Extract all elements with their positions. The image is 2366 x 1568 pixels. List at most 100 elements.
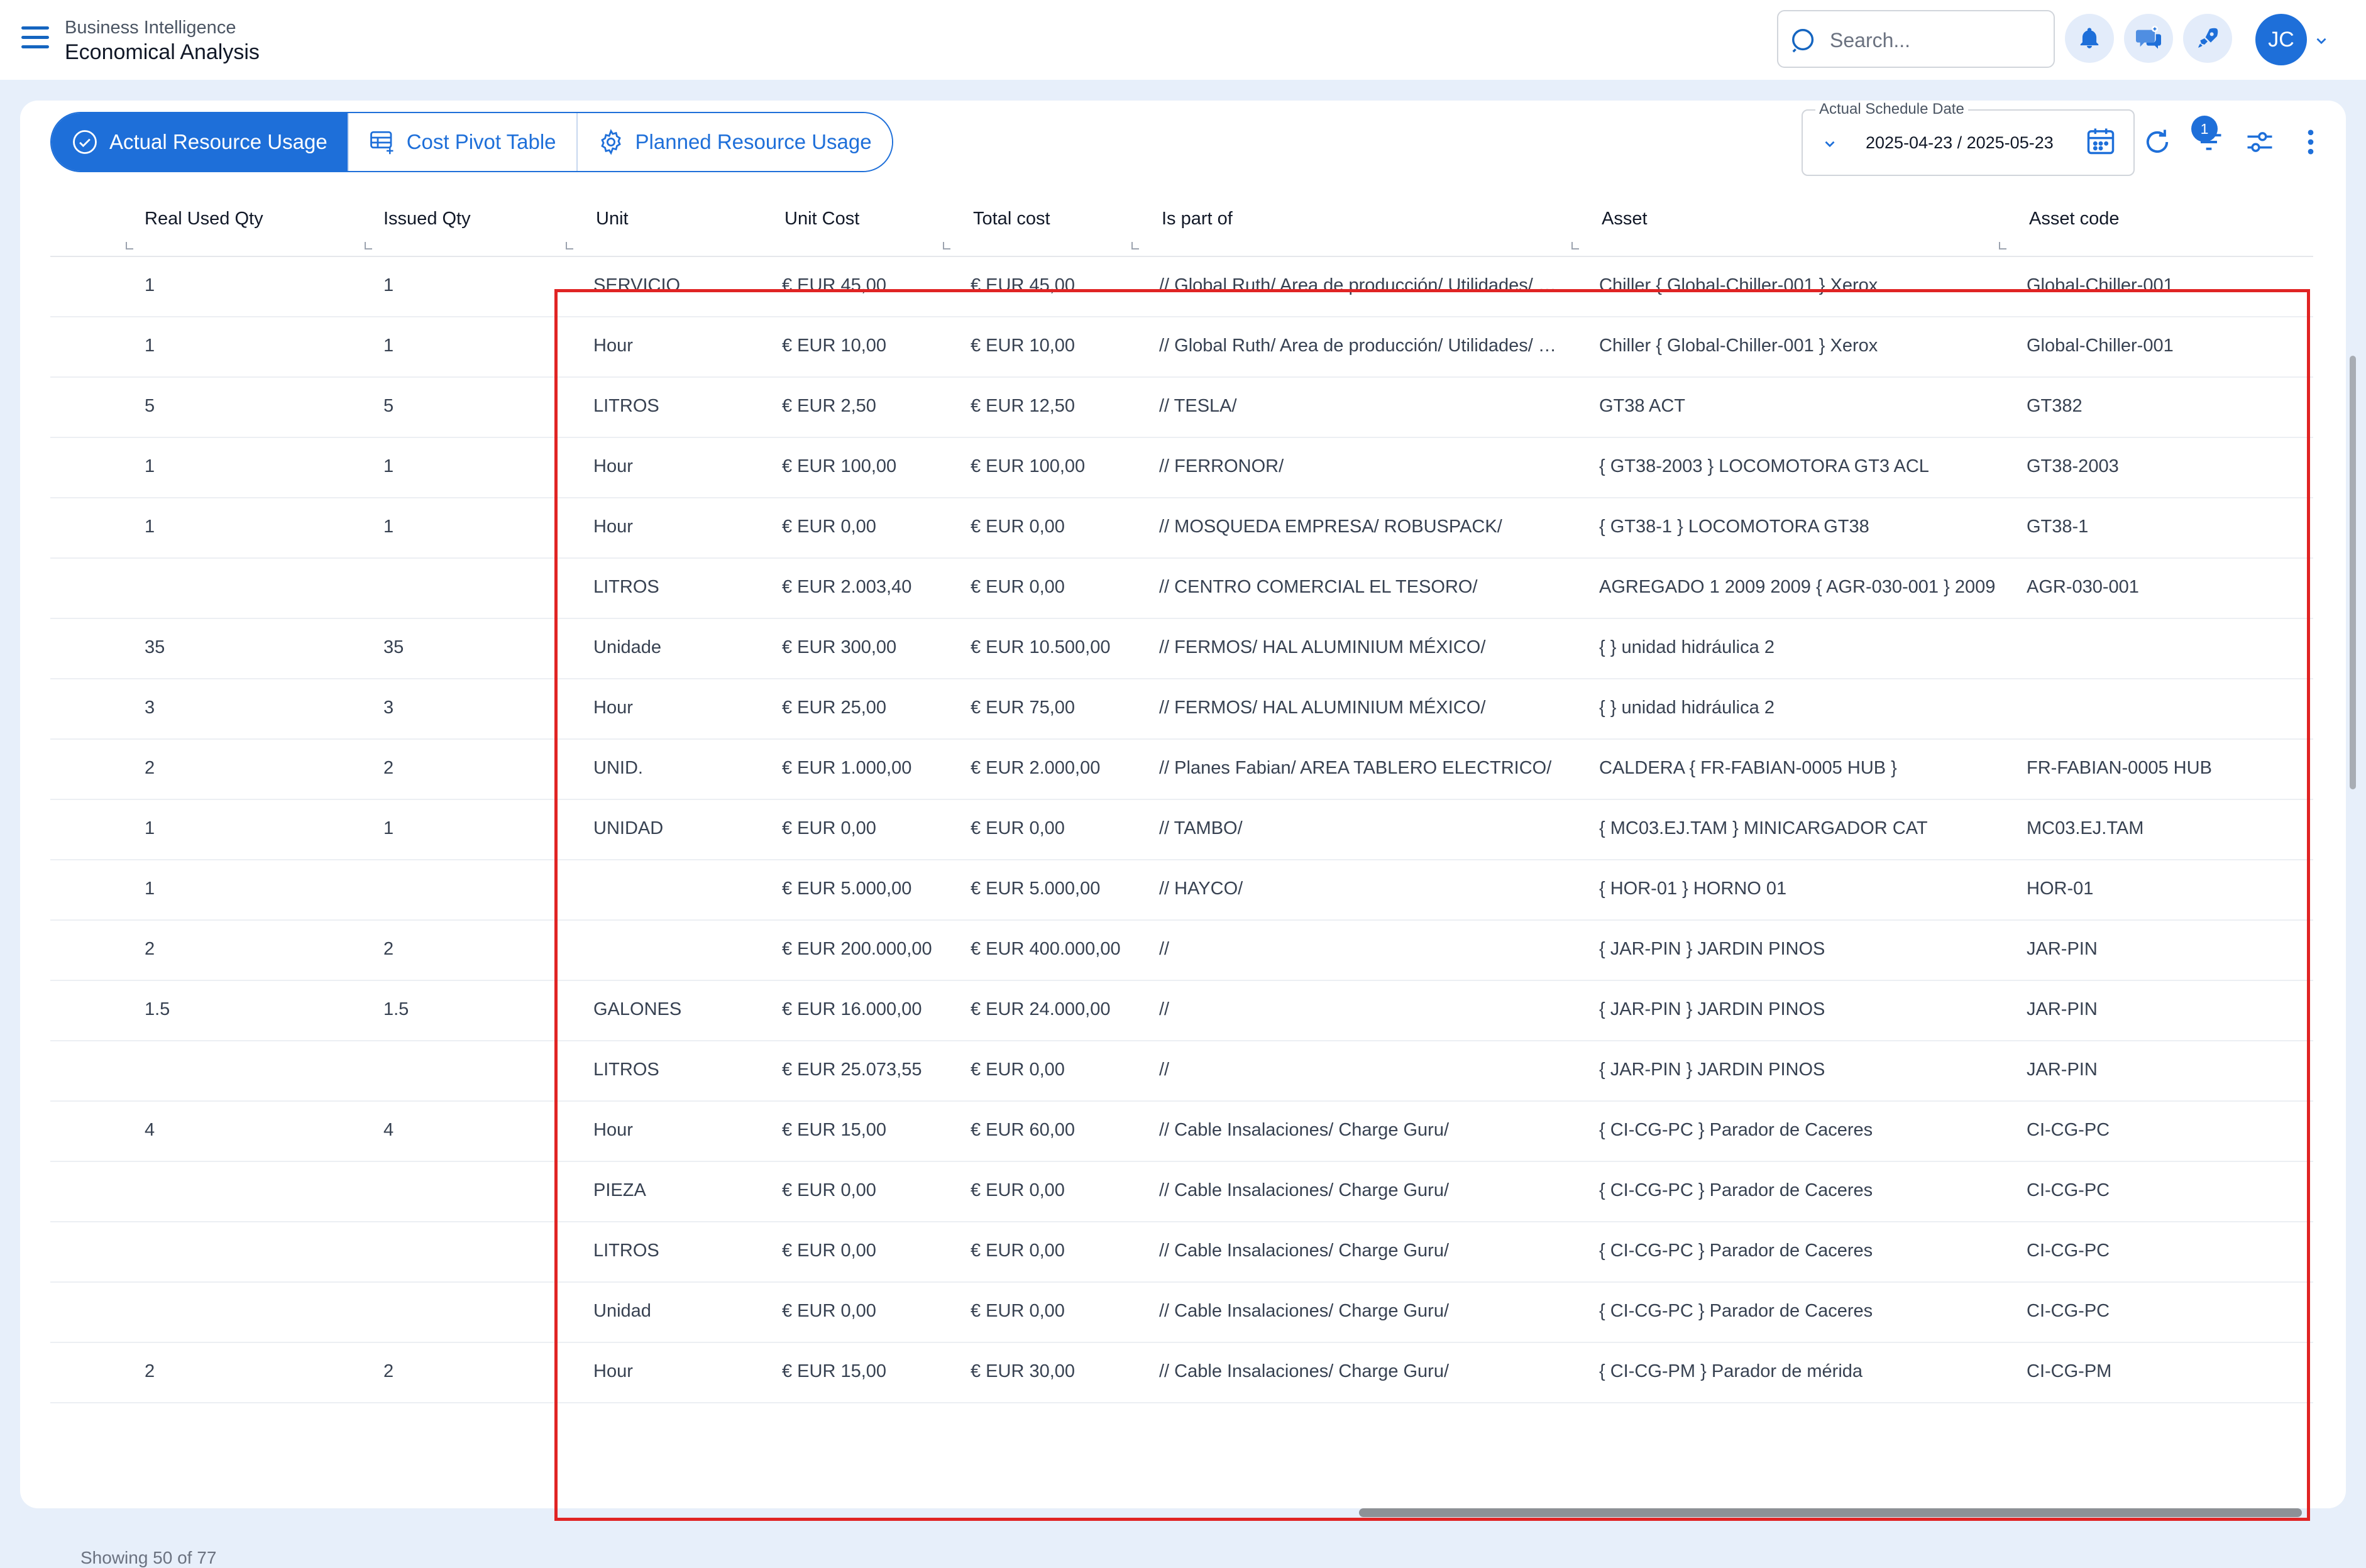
column-resize-handle[interactable] bbox=[943, 189, 952, 256]
chevron-down-icon[interactable] bbox=[2313, 33, 2330, 49]
column-resize-handle[interactable] bbox=[365, 189, 373, 256]
table-row[interactable]: LITROS € EUR 2.003,40 € EUR 0,00 // CENTRO … bbox=[50, 557, 2313, 619]
cell-unit: Hour bbox=[593, 336, 633, 356]
cell-issued-qty: 3 bbox=[383, 698, 394, 718]
cell-asset: { GT38-2003 } LOCOMOTORA GT3 ACL bbox=[1599, 456, 1929, 476]
cell-issued-qty bbox=[383, 1161, 559, 1220]
resource-usage-table: Real Used Qty Issued Qty Unit Unit Cost Tota… bbox=[50, 189, 2313, 1418]
cell-issued-qty: 4 bbox=[383, 1120, 394, 1140]
table-row[interactable]: 5 5 LITROS € EUR 2,50 € EUR 12,50 // TESLA/GT… bbox=[50, 376, 2313, 438]
table-row[interactable]: 4 4 Hour € EUR 15,00 € EUR 60,00 // Cable Ins… bbox=[50, 1100, 2313, 1162]
cell-unit-cost: € EUR 25.073,55 bbox=[782, 1060, 922, 1080]
cell-asset: { JAR-PIN } JARDIN PINOS bbox=[1599, 1060, 1825, 1080]
calendar-icon[interactable] bbox=[2084, 124, 2117, 157]
cell-real-used-qty: 1 bbox=[145, 275, 155, 295]
vertical-scrollbar[interactable] bbox=[2350, 356, 2356, 789]
chat-button[interactable] bbox=[2124, 14, 2173, 63]
table-row[interactable]: 2 2 € EUR 200.000,00 € EUR 400.000,00 // { JA… bbox=[50, 919, 2313, 981]
notifications-button[interactable] bbox=[2065, 14, 2114, 63]
table-row[interactable]: 1 1 Hour € EUR 100,00 € EUR 100,00 // FERRONO… bbox=[50, 437, 2313, 498]
cell-asset: { JAR-PIN } JARDIN PINOS bbox=[1599, 999, 1825, 1019]
cell-unit-cost: € EUR 0,00 bbox=[782, 818, 876, 838]
column-header-total-cost[interactable]: Total cost bbox=[962, 189, 1144, 256]
cell-is-part-of: // TESLA/ bbox=[1159, 396, 1237, 416]
column-resize-handle[interactable] bbox=[566, 189, 575, 256]
resize-grip-icon bbox=[365, 242, 372, 249]
column-header-real-used-qty[interactable]: Real Used Qty bbox=[145, 189, 371, 256]
column-resize-handle[interactable] bbox=[1131, 189, 1140, 256]
chevron-down-icon[interactable] bbox=[1822, 136, 1838, 152]
cell-asset: { HOR-01 } HORNO 01 bbox=[1599, 879, 1787, 899]
table-row[interactable]: 1.5 1.5 GALONES € EUR 16.000,00 € EUR 24.000… bbox=[50, 980, 2313, 1041]
search-input[interactable] bbox=[1829, 24, 2045, 57]
column-resize-handle[interactable] bbox=[1571, 189, 1580, 256]
column-header-unit-cost[interactable]: Unit Cost bbox=[773, 189, 955, 256]
refresh-icon[interactable] bbox=[2141, 126, 2174, 158]
search-box[interactable] bbox=[1777, 10, 2055, 68]
resize-grip-icon bbox=[1131, 242, 1139, 249]
cell-total-cost: € EUR 100,00 bbox=[971, 456, 1086, 476]
table-row[interactable]: 2 2 Hour € EUR 15,00 € EUR 30,00 // Cable Ins… bbox=[50, 1342, 2313, 1403]
menu-icon[interactable] bbox=[21, 26, 49, 52]
tab-planned-resource-usage[interactable]: Planned Resource Usage bbox=[577, 113, 892, 171]
table-row[interactable]: 1 1 Hour € EUR 0,00 € EUR 0,00 // MOSQUEDA EM… bbox=[50, 497, 2313, 559]
cell-total-cost: € EUR 24.000,00 bbox=[971, 999, 1111, 1019]
cell-asset: { MC03.EJ.TAM } MINICARGADOR CAT bbox=[1599, 818, 1928, 838]
table-row[interactable]: 1 1 SERVICIO € EUR 45,00 € EUR 45,00 // Globa… bbox=[50, 256, 2313, 317]
cell-is-part-of: // CENTRO COMERCIAL EL TESORO/ bbox=[1159, 577, 1478, 597]
cell-asset: { } unidad hidráulica 2 bbox=[1599, 637, 1774, 657]
column-header-asset-code[interactable]: Asset code bbox=[2018, 189, 2269, 256]
sliders-icon[interactable] bbox=[2243, 126, 2277, 158]
column-header-is-part-of[interactable]: Is part of bbox=[1150, 189, 1571, 256]
cell-is-part-of: // bbox=[1159, 1060, 1170, 1080]
column-resize-handle[interactable] bbox=[1999, 189, 2008, 256]
column-header-label: Total cost bbox=[973, 209, 1050, 229]
table-row[interactable]: PIEZA € EUR 0,00 € EUR 0,00 // Cable Insala… bbox=[50, 1161, 2313, 1222]
cell-issued-qty: 1 bbox=[383, 275, 394, 295]
cell-is-part-of: // Cable Insalaciones/ Charge Guru/ bbox=[1159, 1361, 1450, 1381]
cell-unit-cost: € EUR 100,00 bbox=[782, 456, 897, 476]
table-row[interactable]: LITROS € EUR 0,00 € EUR 0,00 // Cable Insal… bbox=[50, 1221, 2313, 1283]
table-row[interactable]: 35 35 Unidade € EUR 300,00 € EUR 10.500,00 //… bbox=[50, 618, 2313, 679]
cell-unit: UNIDAD bbox=[593, 818, 664, 838]
column-header-unit[interactable]: Unit bbox=[585, 189, 761, 256]
cell-real-used-qty bbox=[145, 1161, 358, 1220]
cell-asset: Chiller { Global-Chiller-001 } Xerox bbox=[1599, 336, 1878, 356]
more-vertical-icon[interactable] bbox=[2294, 126, 2327, 158]
cell-real-used-qty: 4 bbox=[145, 1120, 155, 1140]
table-row[interactable]: 1 1 Hour € EUR 10,00 € EUR 10,00 // Global Ru… bbox=[50, 316, 2313, 378]
cell-total-cost: € EUR 60,00 bbox=[971, 1120, 1076, 1140]
cell-asset: { CI-CG-PC } Parador de Caceres bbox=[1599, 1241, 1873, 1261]
table-row[interactable]: Unidad € EUR 0,00 € EUR 0,00 // Cable Insal… bbox=[50, 1281, 2313, 1343]
column-header-issued-qty[interactable]: Issued Qty bbox=[383, 189, 572, 256]
table-row[interactable]: 2 2 UNID. € EUR 1.000,00 € EUR 2.000,00 // Pl… bbox=[50, 738, 2313, 800]
tab-cost-pivot-table[interactable]: Cost Pivot Table bbox=[348, 113, 578, 171]
cell-unit: LITROS bbox=[593, 577, 659, 597]
cell-asset-code bbox=[2027, 618, 2265, 677]
rocket-icon bbox=[2198, 28, 2218, 48]
column-resize-handle[interactable] bbox=[126, 189, 135, 256]
column-header-asset[interactable]: Asset bbox=[1590, 189, 2005, 256]
tab-actual-resource-usage[interactable]: Actual Resource Usage bbox=[52, 113, 349, 171]
table-row[interactable]: 1 1 UNIDAD € EUR 0,00 € EUR 0,00 // TAMBO/ { M… bbox=[50, 799, 2313, 860]
table-row[interactable]: LITROS € EUR 25.073,55 € EUR 0,00 // { JAR-P… bbox=[50, 1040, 2313, 1102]
cell-asset: CALDERA { FR-FABIAN-0005 HUB } bbox=[1599, 758, 1897, 778]
cell-asset: Chiller { Global-Chiller-001 } Xerox bbox=[1599, 275, 1878, 295]
cell-asset: { GT38-1 } LOCOMOTORA GT38 bbox=[1599, 517, 1869, 537]
filter-count-badge: 1 bbox=[2191, 116, 2218, 142]
cell-asset: { CI-CG-PM } Parador de mérida bbox=[1599, 1361, 1863, 1381]
cell-asset-code: Global-Chiller-001 bbox=[2027, 275, 2174, 295]
table-row[interactable]: 3 3 Hour € EUR 25,00 € EUR 75,00 // FERMOS/ H… bbox=[50, 678, 2313, 740]
cell-asset-code: CI-CG-PC bbox=[2027, 1120, 2110, 1140]
cell-unit-cost: € EUR 2.003,40 bbox=[782, 577, 912, 597]
horizontal-scrollbar[interactable] bbox=[1359, 1508, 2302, 1517]
schedule-date-picker[interactable]: Actual Schedule Date 2025-04-23 / 2025-0… bbox=[1802, 101, 2135, 176]
table-row[interactable]: 1 € EUR 5.000,00 € EUR 5.000,00 // HAYCO/ { … bbox=[50, 859, 2313, 921]
launch-button[interactable] bbox=[2183, 14, 2232, 63]
cell-issued-qty: 1.5 bbox=[383, 999, 409, 1019]
cell-real-used-qty: 2 bbox=[145, 939, 155, 959]
search-icon bbox=[1792, 29, 1814, 53]
user-avatar[interactable]: JC bbox=[2255, 14, 2307, 65]
cell-asset: { CI-CG-PC } Parador de Caceres bbox=[1599, 1120, 1873, 1140]
cell-asset-code: MC03.EJ.TAM bbox=[2027, 818, 2144, 838]
